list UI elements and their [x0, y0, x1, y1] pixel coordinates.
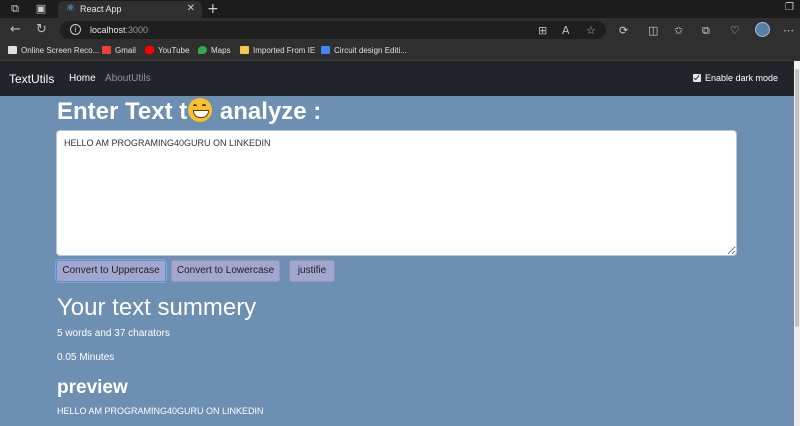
- bookmark-online-screen-recorder[interactable]: Online Screen Reco...: [8, 46, 99, 55]
- gmail-icon: [102, 46, 111, 54]
- justify-button[interactable]: justifie: [289, 260, 335, 282]
- close-tab-icon[interactable]: ✕: [187, 3, 195, 14]
- page-heading: Enter Text t analyze :: [57, 98, 322, 125]
- extensions-icon[interactable]: ⟳: [619, 24, 628, 37]
- navbar-brand[interactable]: TextUtils: [9, 72, 54, 86]
- url-text: localhost:3000: [90, 25, 149, 35]
- bookmark-maps[interactable]: Maps: [198, 46, 231, 55]
- grinning-face-icon: [188, 98, 213, 122]
- app-available-icon[interactable]: ⊞: [538, 24, 547, 37]
- performance-icon[interactable]: ♡: [730, 24, 740, 37]
- page-scrollbar[interactable]: [794, 61, 800, 426]
- new-tab-icon[interactable]: +: [207, 1, 219, 17]
- tab-title: React App: [80, 4, 122, 14]
- youtube-icon: [145, 46, 154, 54]
- favorite-star-icon[interactable]: ☆: [586, 24, 596, 37]
- reading-time: 0.05 Minutes: [57, 352, 115, 363]
- summary-title: Your text summery: [57, 294, 257, 321]
- bookmark-imported-from-ie[interactable]: Imported From IE: [240, 46, 315, 55]
- read-aloud-icon[interactable]: A: [562, 24, 570, 37]
- convert-lowercase-button[interactable]: Convert to Lowercase: [171, 260, 280, 282]
- convert-uppercase-button[interactable]: Convert to Uppercase: [56, 260, 166, 282]
- text-input-area[interactable]: HELLO AM PROGRAMING40GURU ON LINKEDIN: [56, 130, 737, 256]
- nav-link-home[interactable]: Home: [69, 73, 96, 84]
- favorites-icon[interactable]: ✩: [674, 24, 683, 37]
- dark-mode-label: Enable dark mode: [705, 73, 779, 83]
- folder-icon: [240, 46, 249, 54]
- refresh-icon[interactable]: ↻: [36, 22, 47, 38]
- back-icon[interactable]: ←: [10, 22, 21, 38]
- browser-tab-react-app[interactable]: ⚛ React App ✕: [58, 1, 202, 18]
- monitor-icon: [8, 46, 17, 54]
- site-info-icon[interactable]: i: [70, 24, 81, 35]
- more-options-icon[interactable]: ⋯: [783, 24, 794, 37]
- grid-app-icon: [321, 46, 330, 54]
- word-char-count: 5 words and 37 charators: [57, 328, 170, 339]
- dark-mode-checkbox[interactable]: [693, 74, 701, 82]
- split-screen-icon[interactable]: ◫: [648, 24, 658, 37]
- app-navbar: TextUtils Home AboutUtils Enable dark mo…: [0, 61, 794, 96]
- restore-window-icon[interactable]: ❐: [785, 2, 794, 13]
- bookmark-circuit-design[interactable]: Circuit design Editi...: [321, 46, 407, 55]
- scrollbar-thumb[interactable]: [795, 69, 799, 327]
- tab-actions-icon[interactable]: ▣: [35, 3, 47, 15]
- react-icon: ⚛: [66, 3, 75, 14]
- profile-avatar[interactable]: [755, 22, 770, 37]
- collections-icon[interactable]: ⧉: [702, 24, 710, 38]
- maps-icon: [198, 46, 207, 54]
- bookmark-youtube[interactable]: YouTube: [145, 46, 189, 55]
- browser-toolbar: ← ↻ i localhost:3000 ⊞ A ☆ ⟳ ◫ ✩ ⧉ ♡ ⋯: [0, 18, 800, 42]
- workspaces-icon[interactable]: ⧉: [9, 3, 21, 15]
- preview-title: preview: [57, 377, 128, 398]
- browser-tab-strip: ⧉ ▣ ⚛ React App ✕ + ❐: [0, 0, 800, 18]
- dark-mode-toggle[interactable]: Enable dark mode: [693, 73, 778, 83]
- nav-link-about[interactable]: AboutUtils: [105, 73, 151, 84]
- bookmark-gmail[interactable]: Gmail: [102, 46, 136, 55]
- bookmarks-bar: Online Screen Reco... Gmail YouTube Maps…: [0, 42, 800, 61]
- preview-text: HELLO AM PROGRAMING40GURU ON LINKEDIN: [57, 406, 264, 416]
- address-bar[interactable]: i localhost:3000 ⊞ A ☆: [60, 21, 606, 39]
